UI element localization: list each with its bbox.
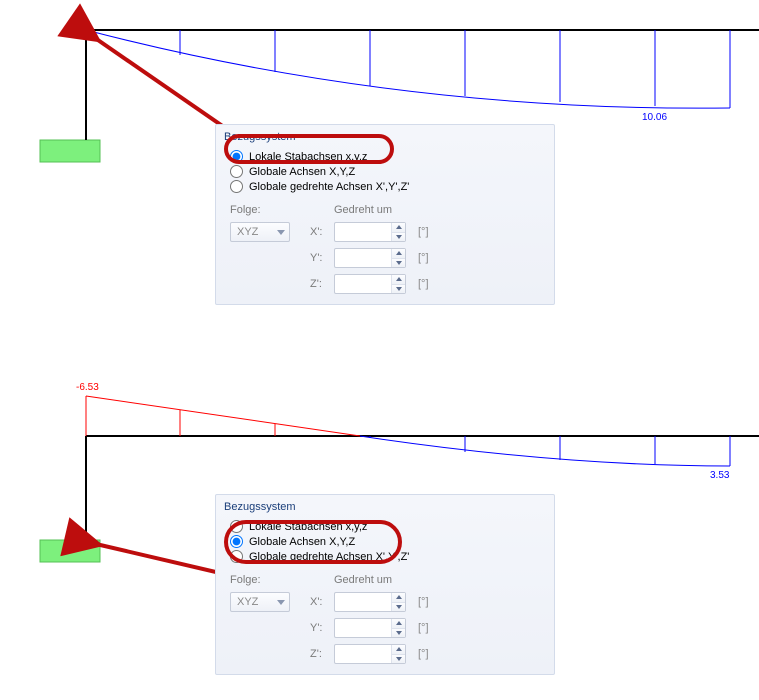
radio-rotated-axes-input[interactable] — [230, 180, 243, 193]
spin-up-icon[interactable] — [392, 645, 405, 655]
result-blue — [360, 436, 730, 466]
folge-label: Folge: — [230, 574, 310, 586]
x-rotation-input[interactable] — [334, 592, 406, 612]
radio-global-axes[interactable]: Globale Achsen X,Y,Z — [224, 164, 546, 179]
folge-label: Folge: — [230, 204, 310, 216]
gedreht-label: Gedreht um — [334, 204, 414, 216]
radio-rotated-axes-input[interactable] — [230, 550, 243, 563]
folge-select[interactable]: XYZ — [230, 592, 290, 612]
axis-z-label: Z': — [310, 648, 334, 660]
chevron-down-icon — [277, 230, 285, 235]
radio-local-axes-input[interactable] — [230, 150, 243, 163]
radio-local-axes-label: Lokale Stabachsen x,y,z — [249, 151, 367, 163]
radio-local-axes[interactable]: Lokale Stabachsen x,y,z — [224, 149, 546, 164]
radio-global-axes-input[interactable] — [230, 535, 243, 548]
radio-local-axes-input[interactable] — [230, 520, 243, 533]
spin-down-icon[interactable] — [392, 629, 405, 638]
unit-deg: [°] — [414, 278, 444, 290]
panel-bezugssystem-2: Bezugssystem Lokale Stabachsen x,y,z Glo… — [215, 494, 555, 675]
value-label-neg653: -6.53 — [76, 382, 99, 393]
radio-rotated-axes-label: Globale gedrehte Achsen X',Y',Z' — [249, 181, 409, 193]
z-rotation-field[interactable] — [335, 275, 391, 293]
node-top — [82, 26, 90, 34]
panel-title: Bezugssystem — [224, 129, 546, 149]
radio-rotated-axes[interactable]: Globale gedrehte Achsen X',Y',Z' — [224, 549, 546, 564]
axis-x-label: X': — [310, 226, 334, 238]
x-rotation-field[interactable] — [335, 593, 391, 611]
radio-global-axes-input[interactable] — [230, 165, 243, 178]
unit-deg: [°] — [414, 252, 444, 264]
spin-up-icon[interactable] — [392, 593, 405, 603]
spin-down-icon[interactable] — [392, 603, 405, 612]
spin-down-icon[interactable] — [392, 655, 405, 664]
support-left — [40, 140, 100, 162]
chevron-down-icon — [277, 600, 285, 605]
spin-up-icon[interactable] — [392, 275, 405, 285]
spin-up-icon[interactable] — [392, 249, 405, 259]
node-support — [82, 536, 90, 544]
folge-select[interactable]: XYZ — [230, 222, 290, 242]
z-rotation-field[interactable] — [335, 645, 391, 663]
radio-local-axes[interactable]: Lokale Stabachsen x,y,z — [224, 519, 546, 534]
z-rotation-input[interactable] — [334, 644, 406, 664]
value-label-1006: 10.06 — [642, 112, 667, 123]
y-rotation-input[interactable] — [334, 618, 406, 638]
radio-global-axes-label: Globale Achsen X,Y,Z — [249, 536, 355, 548]
axis-y-label: Y': — [310, 252, 334, 264]
folge-value: XYZ — [237, 226, 258, 238]
axis-z-label: Z': — [310, 278, 334, 290]
y-rotation-input[interactable] — [334, 248, 406, 268]
spin-down-icon[interactable] — [392, 259, 405, 268]
y-rotation-field[interactable] — [335, 619, 391, 637]
spin-up-icon[interactable] — [392, 223, 405, 233]
axis-x-label: X': — [310, 596, 334, 608]
z-rotation-input[interactable] — [334, 274, 406, 294]
unit-deg: [°] — [414, 226, 444, 238]
spin-down-icon[interactable] — [392, 285, 405, 294]
x-rotation-field[interactable] — [335, 223, 391, 241]
unit-deg: [°] — [414, 596, 444, 608]
panel-bezugssystem-1: Bezugssystem Lokale Stabachsen x,y,z Glo… — [215, 124, 555, 305]
folge-value: XYZ — [237, 596, 258, 608]
gedreht-label: Gedreht um — [334, 574, 414, 586]
spin-up-icon[interactable] — [392, 619, 405, 629]
unit-deg: [°] — [414, 622, 444, 634]
y-rotation-field[interactable] — [335, 249, 391, 267]
radio-global-axes-label: Globale Achsen X,Y,Z — [249, 166, 355, 178]
x-rotation-input[interactable] — [334, 222, 406, 242]
result-curve — [86, 30, 730, 108]
spin-down-icon[interactable] — [392, 233, 405, 242]
radio-rotated-axes-label: Globale gedrehte Achsen X',Y',Z' — [249, 551, 409, 563]
radio-rotated-axes[interactable]: Globale gedrehte Achsen X',Y',Z' — [224, 179, 546, 194]
axis-y-label: Y': — [310, 622, 334, 634]
radio-global-axes[interactable]: Globale Achsen X,Y,Z — [224, 534, 546, 549]
panel-title: Bezugssystem — [224, 499, 546, 519]
result-red — [86, 396, 360, 436]
support-left — [40, 540, 100, 562]
radio-local-axes-label: Lokale Stabachsen x,y,z — [249, 521, 367, 533]
value-label-353: 3.53 — [710, 470, 729, 481]
unit-deg: [°] — [414, 648, 444, 660]
